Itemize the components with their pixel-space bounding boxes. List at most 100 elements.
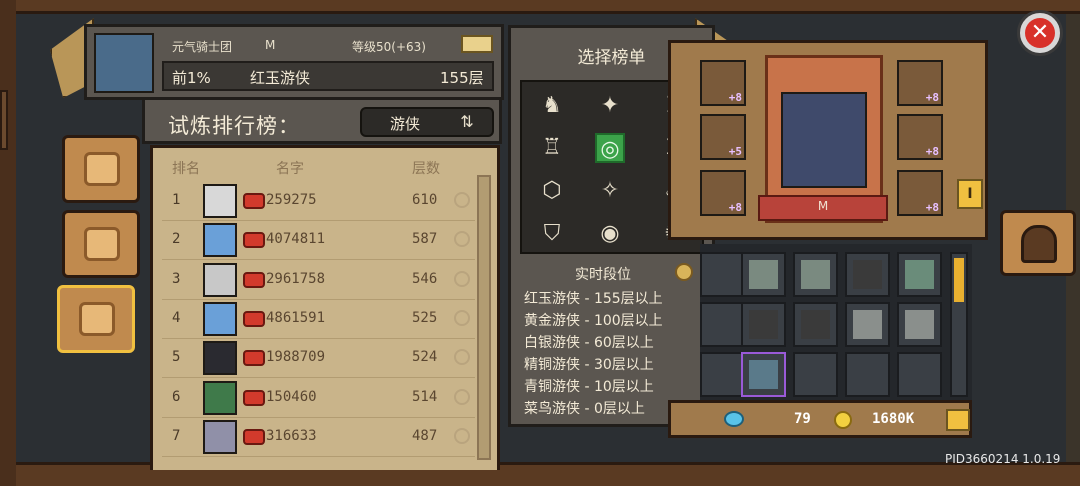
upgrade-badge: +8 (925, 201, 939, 214)
tier-line: 白银游侠 - 60层以上 (524, 335, 654, 351)
equipment-slot-left[interactable]: +8 (700, 170, 746, 216)
row-avatar[interactable] (203, 223, 237, 258)
inventory-scroll-thumb[interactable] (954, 258, 964, 302)
ranger-class-icon[interactable]: ◎ (595, 133, 625, 163)
row-avatar[interactable] (203, 184, 237, 218)
column-header-rank: 排名 (172, 161, 200, 177)
search-icon[interactable] (454, 192, 470, 208)
tier-line: 精铜游侠 - 30层以上 (524, 357, 654, 373)
bow-icon (905, 260, 934, 289)
gems-count: 79 (794, 411, 811, 427)
upgrade-badge: +5 (728, 145, 742, 158)
knight-class-icon[interactable]: ♞ (537, 91, 567, 121)
helmet-tab[interactable] (1000, 210, 1076, 276)
table-row[interactable]: 6 150460 514 (162, 379, 475, 418)
equipment-slot-right[interactable]: +8 (897, 170, 943, 216)
equipment-slot-left[interactable]: +8 (700, 60, 746, 106)
leaf-tab[interactable] (62, 135, 140, 203)
hexagon-class-icon[interactable]: ⬡ (537, 176, 567, 206)
search-icon[interactable] (454, 388, 470, 405)
castle-class-icon[interactable]: ♖ (537, 133, 567, 163)
bag-icon (749, 310, 778, 339)
shield-class-icon[interactable]: ⛉ (537, 219, 567, 249)
table-row[interactable]: 5 1988709 524 (162, 339, 475, 379)
inventory-slot[interactable] (741, 302, 786, 347)
character-name: M (817, 199, 829, 213)
left-rail (0, 90, 8, 150)
expand-arrow-icon[interactable]: I (957, 179, 983, 209)
info-icon[interactable] (675, 263, 693, 281)
inventory-slot[interactable] (700, 252, 745, 297)
close-button[interactable]: ✕ (1017, 10, 1063, 56)
inventory-slot[interactable] (897, 352, 942, 397)
inventory-slot[interactable] (897, 252, 942, 297)
inventory-slot[interactable] (700, 302, 745, 347)
character-sprite (781, 92, 867, 188)
inventory-slot[interactable] (741, 352, 786, 397)
diamond-tab[interactable] (62, 210, 140, 278)
ranking-tab[interactable] (57, 285, 135, 353)
table-row[interactable]: 3 2961758 546 (162, 261, 475, 300)
table-row[interactable]: 2 4074811 587 (162, 221, 475, 261)
inventory-slot[interactable] (741, 252, 786, 297)
row-rank: 3 (172, 270, 181, 287)
search-icon[interactable] (454, 231, 470, 248)
row-score: 2961758 (266, 270, 326, 287)
row-floors: 487 (412, 427, 438, 444)
leaf-icon (84, 152, 120, 186)
bag-icon (801, 310, 830, 339)
tier-line: 红玉游侠 - 155层以上 (524, 291, 663, 307)
inventory-slot[interactable] (845, 352, 890, 397)
row-avatar[interactable] (203, 419, 237, 454)
row-avatar[interactable] (203, 301, 237, 336)
search-icon[interactable] (454, 309, 470, 326)
tier-line: 菜鸟游侠 - 0层以上 (524, 401, 645, 417)
compass-class-icon[interactable]: ✧ (595, 176, 625, 206)
mail-icon[interactable] (461, 35, 493, 53)
inventory-slot[interactable] (845, 302, 890, 347)
table-row[interactable]: 1 259275 610 (162, 182, 475, 221)
inventory-slot[interactable] (793, 252, 838, 297)
row-avatar[interactable] (203, 262, 237, 297)
rank-percent: 前1% (172, 69, 211, 87)
star-class-icon[interactable]: ✦ (595, 91, 625, 121)
guild-tag: M (265, 38, 276, 52)
search-icon[interactable] (454, 427, 470, 444)
leaderboard-scrollbar[interactable] (477, 175, 491, 460)
guild-badge-icon (243, 350, 265, 367)
row-floors: 525 (412, 309, 438, 326)
guild-badge-icon (243, 428, 265, 445)
board-title: 试炼排行榜： (168, 114, 300, 138)
helmet-icon (1021, 225, 1057, 263)
inventory-slot[interactable] (793, 302, 838, 347)
rank-tier: 红玉游侠 (250, 69, 311, 87)
column-header-name: 名字 (276, 161, 304, 177)
guild-badge-icon (243, 193, 265, 209)
row-avatar[interactable] (203, 341, 237, 376)
search-icon[interactable] (454, 349, 470, 366)
search-icon[interactable] (454, 270, 470, 287)
table-row[interactable]: 4 4861591 525 (162, 300, 475, 339)
row-avatar[interactable] (203, 380, 237, 415)
row-rank: 7 (172, 427, 181, 444)
inventory-slot[interactable] (897, 302, 942, 347)
inventory-slot[interactable] (793, 352, 838, 397)
bag-icon (853, 260, 882, 289)
crossbow-icon (801, 260, 830, 289)
row-score: 4861591 (266, 309, 326, 326)
equipment-slot-right[interactable]: +8 (897, 60, 943, 106)
swirl-class-icon[interactable]: ◉ (595, 219, 625, 249)
frame-left (0, 0, 16, 486)
inventory-slot[interactable] (700, 352, 745, 397)
table-row[interactable]: 7 316633 487 (162, 418, 475, 457)
tier-line: 青铜游侠 - 10层以上 (524, 379, 654, 395)
inventory-slot[interactable] (845, 252, 890, 297)
row-floors: 587 (412, 231, 438, 248)
currency-bar (668, 400, 972, 438)
swap-icon[interactable]: ⇅ (455, 114, 479, 130)
upgrade-badge: +8 (728, 201, 742, 214)
bag-icon[interactable] (946, 409, 970, 431)
row-score: 150460 (266, 388, 317, 405)
equipment-slot-left[interactable]: +5 (700, 114, 746, 160)
equipment-slot-right[interactable]: +8 (897, 114, 943, 160)
